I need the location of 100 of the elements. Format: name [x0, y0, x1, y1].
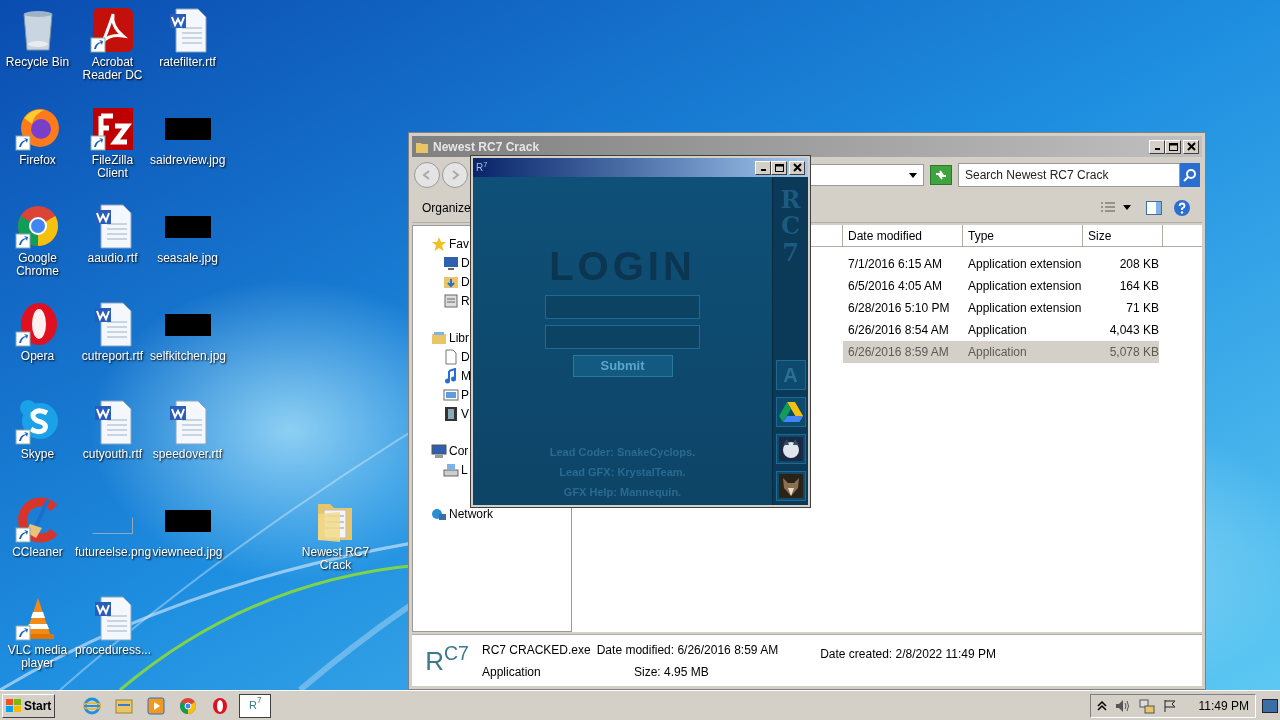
refresh-button[interactable] [930, 165, 952, 185]
nav-item[interactable]: L [443, 460, 468, 479]
input-field[interactable] [545, 295, 700, 319]
taskbar-button[interactable]: R$^{7}$ [239, 693, 272, 718]
drive-icon [778, 401, 803, 423]
minimize-icon [1154, 148, 1160, 150]
organize-button[interactable]: Organize [422, 198, 471, 217]
nav-item[interactable]: Libr [431, 328, 469, 347]
nav-item[interactable]: R [443, 291, 470, 310]
music-note-icon [443, 367, 459, 384]
desktop-shortcut[interactable]: cutreport.rtf [75, 294, 150, 392]
file-logo: R$^{C7}$ [424, 647, 470, 674]
desktop-shortcut[interactable]: aaudio.rtf [75, 196, 150, 294]
nav-item[interactable]: M [443, 366, 471, 385]
desktop-shortcut[interactable]: cutyouth.rtf [75, 392, 150, 490]
sidebar-button[interactable] [775, 471, 806, 501]
file-row[interactable]: 6/28/2016 5:10 PM Application extension 71 KB [843, 297, 1159, 319]
nav-item[interactable]: D [443, 253, 470, 272]
desktop-shortcut[interactable]: saidreview.jpg [150, 98, 225, 196]
nav-item[interactable]: P [443, 385, 469, 404]
preview-pane-icon [1146, 200, 1162, 215]
nav-item[interactable]: D [443, 347, 470, 366]
desktop-shortcut[interactable]: viewneed.jpg [150, 490, 225, 588]
network-icon [1138, 697, 1155, 714]
desktop-shortcut[interactable]: proceduress... [75, 588, 150, 686]
maximize-button[interactable] [1165, 139, 1181, 154]
minimize-button[interactable] [755, 160, 771, 175]
help-button[interactable] [1172, 197, 1192, 218]
nav-item[interactable]: Cor [431, 441, 469, 460]
chevron-up-icon [1096, 700, 1107, 711]
clock: 11:49 PM [1198, 697, 1249, 715]
nav-item[interactable]: V [443, 404, 469, 423]
column-header[interactable]: Size [1083, 225, 1163, 246]
search-icon [1183, 168, 1197, 182]
sidebar-button[interactable] [775, 397, 806, 427]
maximize-icon [774, 163, 784, 172]
file-date-created: Date created: 2/8/2022 11:49 PM [820, 646, 997, 663]
file-row[interactable]: 7/1/2016 6:15 AM Application extension 208 KB [843, 253, 1159, 275]
file-date-modified: Date modified: 6/26/2016 8:59 AM [596, 641, 779, 659]
desktop-shortcut[interactable]: Acrobat Reader DC [75, 0, 150, 98]
close-button[interactable] [789, 160, 805, 175]
column-header[interactable]: Type [963, 225, 1083, 246]
refresh-icon [934, 169, 948, 181]
minimize-icon [760, 169, 766, 171]
wolf-avatar-icon [778, 474, 803, 498]
show-desktop-button[interactable] [1262, 698, 1278, 713]
desktop-shortcut[interactable]: Opera [0, 294, 75, 392]
browser-icon [83, 696, 102, 715]
list-view-icon [1100, 201, 1116, 214]
sidebar-button[interactable] [775, 434, 806, 464]
media-player-icon [147, 696, 166, 715]
speaker-icon [1114, 698, 1131, 713]
desktop-shortcut[interactable]: futureelse.png [75, 490, 150, 588]
nav-item[interactable]: Fav [431, 234, 469, 253]
input-field[interactable] [545, 325, 700, 349]
close-icon [792, 163, 802, 172]
file-size: Size: 4.95 MB [634, 663, 709, 681]
picture-frame-icon [443, 386, 459, 403]
search-button[interactable] [1180, 163, 1200, 187]
monitor-icon [443, 254, 459, 271]
flag-icon [1162, 698, 1177, 713]
film-strip-icon [443, 405, 459, 422]
caret-icon [1123, 205, 1131, 210]
desktop-shortcut[interactable]: Google Chrome [0, 196, 75, 294]
nav-item[interactable]: D [443, 272, 470, 291]
animal-avatar-icon [778, 437, 803, 461]
desktop-shortcut[interactable]: ratefilter.rtf [150, 0, 225, 98]
desktop-shortcut[interactable]: seasale.jpg [150, 196, 225, 294]
desktop-shortcut[interactable]: Skype [0, 392, 75, 490]
folder-icon [115, 696, 134, 715]
star-icon [431, 235, 447, 252]
windows-flag-icon [6, 698, 22, 713]
recent-places-icon [443, 292, 459, 309]
browser-icon [179, 696, 198, 715]
document-icon [443, 348, 459, 365]
file-row[interactable]: 6/5/2016 4:05 AM Application extension 164 KB [843, 275, 1159, 297]
file-row[interactable]: 6/26/2016 8:54 AM Application 4,043 KB [843, 319, 1159, 341]
desktop-shortcut[interactable]: VLC media player [0, 588, 75, 686]
desktop-shortcut[interactable]: FileZilla Client [75, 98, 150, 196]
library-icon [431, 329, 447, 346]
column-header[interactable]: Date modified [843, 225, 963, 246]
file-row[interactable]: 6/26/2016 8:59 AM Application 5,078 KB [843, 341, 1159, 363]
file-type: Application [482, 663, 542, 681]
window-title: Newest RC7 Crack [433, 138, 541, 156]
help-icon [1173, 198, 1191, 217]
desktop-shortcut[interactable]: Firefox [0, 98, 75, 196]
search-field[interactable]: Search Newest RC7 Crack [958, 163, 1180, 187]
close-button[interactable] [1183, 139, 1199, 154]
maximize-button[interactable] [771, 160, 787, 175]
minimize-button[interactable] [1149, 139, 1165, 154]
nav-item[interactable]: Network [431, 504, 493, 523]
file-name: RC7 CRACKED.exe [482, 641, 591, 659]
desktop-shortcut[interactable]: CCleaner [0, 490, 75, 588]
start-button[interactable]: Start [2, 693, 56, 718]
drive-icon [443, 461, 459, 478]
app-logo: R$^{7}$ [476, 160, 489, 175]
desktop-shortcut[interactable]: Recycle Bin [0, 0, 75, 98]
close-icon [1186, 142, 1196, 151]
preview-pane-button[interactable] [1144, 198, 1164, 217]
blank-thumbnail-icon [92, 517, 133, 535]
